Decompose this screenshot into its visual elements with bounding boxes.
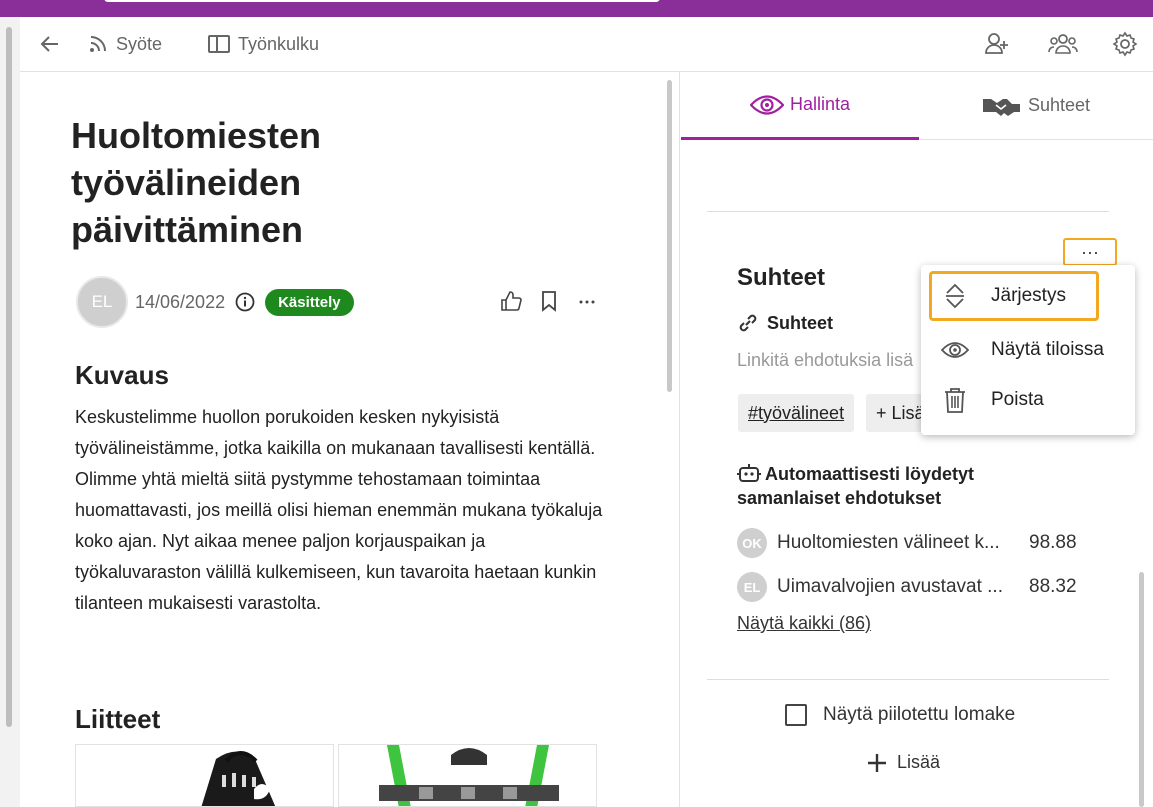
trash-icon	[945, 388, 965, 413]
info-icon[interactable]	[235, 292, 255, 312]
divider	[707, 679, 1109, 680]
left-scrollbar-thumb[interactable]	[6, 27, 12, 727]
side-panel: Hallinta Suhteet Suhteet Suhteet Linkitä…	[681, 72, 1153, 807]
link-icon	[739, 314, 757, 332]
similar-title: Huoltomiesten välineet k...	[777, 532, 1000, 553]
idea-detail: Huoltomiesten työvälineiden päivittämine…	[20, 72, 680, 807]
tab-relations-label: Suhteet	[1027, 95, 1091, 115]
similar-heading-label: Automaattisesti löydetyt samanlaiset ehd…	[737, 464, 975, 508]
tool-bag-image	[201, 751, 276, 806]
tag-chip-label: #työvälineet	[748, 402, 845, 423]
back-arrow-icon[interactable]	[38, 32, 62, 56]
show-hidden-form-label: Näytä piilotettu lomake	[823, 704, 1016, 725]
more-dots: ···	[1081, 242, 1099, 262]
idea-meta: EL 14/06/2022 Käsittely	[76, 276, 354, 328]
idea-date: 14/06/2022	[135, 291, 226, 312]
status-badge[interactable]: Käsittely	[265, 288, 354, 316]
left-scrollbar[interactable]	[0, 17, 20, 807]
tag-chip[interactable]: #työvälineet	[738, 394, 855, 432]
tab-workflow[interactable]: Työnkulku	[208, 31, 319, 57]
links-subtitle-label: Suhteet	[767, 312, 834, 333]
tab-relations[interactable]: Suhteet	[919, 72, 1153, 140]
show-hidden-form-row[interactable]: Näytä piilotettu lomake	[785, 704, 1015, 726]
sort-icon	[946, 283, 964, 309]
tab-workflow-label: Työnkulku	[238, 33, 320, 54]
handshake-icon	[982, 98, 1020, 116]
harness-image	[379, 745, 559, 806]
gear-icon[interactable]	[1112, 31, 1138, 57]
avatar: EL	[737, 572, 767, 602]
tab-manage-label: Hallinta	[789, 94, 851, 114]
similar-heading: Automaattisesti löydetyt samanlaiset ehd…	[737, 462, 1037, 510]
eye-icon	[941, 342, 969, 358]
menu-item-order-label: Järjestys	[991, 285, 1066, 306]
add-button-label: Lisää	[897, 752, 941, 772]
show-all-link[interactable]: Näytä kaikki (86)	[737, 613, 871, 634]
robot-icon	[737, 464, 761, 482]
address-bar[interactable]	[104, 0, 660, 2]
section-more-button[interactable]: ···	[1063, 238, 1117, 266]
menu-item-delete[interactable]: Poista	[921, 375, 1135, 425]
tab-feed-label: Syöte	[116, 33, 163, 54]
attachment-harness[interactable]	[338, 744, 597, 807]
avatar: OK	[737, 528, 767, 558]
idea-actions	[500, 290, 598, 312]
divider	[707, 211, 1109, 212]
tab-feed[interactable]: Syöte	[88, 31, 162, 57]
menu-item-order[interactable]: Järjestys	[929, 271, 1099, 321]
menu-item-delete-label: Poista	[991, 389, 1044, 410]
links-hint: Linkitä ehdotuksia lisä	[737, 350, 914, 370]
avatar[interactable]: EL	[76, 276, 128, 328]
more-icon[interactable]	[576, 290, 598, 312]
plus-icon	[868, 753, 886, 772]
add-button[interactable]: Lisää	[867, 752, 940, 773]
columns-icon	[208, 35, 230, 53]
browser-top-bar	[0, 0, 1153, 17]
add-tag-label: + Lisä	[876, 402, 925, 423]
similar-score: 88.32	[1029, 576, 1077, 597]
thumbs-up-icon[interactable]	[500, 290, 522, 312]
idea-description: Keskustelimme huollon porukoiden kesken …	[75, 407, 603, 613]
show-hidden-form-checkbox[interactable]	[785, 704, 807, 726]
tab-manage[interactable]: Hallinta	[681, 72, 919, 140]
menu-item-show-in-states[interactable]: Näytä tiloissa	[921, 325, 1135, 375]
description-heading: Kuvaus	[75, 360, 169, 390]
rss-icon	[90, 36, 106, 52]
add-user-icon[interactable]	[984, 31, 1010, 57]
group-icon[interactable]	[1048, 31, 1078, 57]
bookmark-icon[interactable]	[538, 290, 560, 312]
menu-item-show-in-states-label: Näytä tiloissa	[991, 339, 1104, 360]
links-subtitle: Suhteet	[737, 312, 833, 334]
list-item[interactable]: OK Huoltomiesten välineet k... 98.88	[737, 528, 1089, 558]
panel-scrollbar[interactable]	[1139, 572, 1144, 807]
attachment-tool-bag[interactable]	[75, 744, 334, 807]
attachments-heading: Liitteet	[75, 704, 161, 734]
section-dropdown-menu: Järjestys Näytä tiloissa Poista	[921, 265, 1135, 435]
list-item[interactable]: EL Uimavalvojien avustavat ... 88.32	[737, 572, 1089, 602]
eye-icon	[749, 94, 784, 115]
content-scrollbar[interactable]	[667, 80, 672, 392]
relations-section-title: Suhteet	[737, 264, 826, 291]
idea-title: Huoltomiesten työvälineiden päivittämine…	[71, 115, 322, 250]
similar-title: Uimavalvojien avustavat ...	[777, 576, 1003, 597]
top-nav: Syöte Työnkulku	[20, 17, 1153, 72]
similar-score: 98.88	[1029, 532, 1077, 553]
